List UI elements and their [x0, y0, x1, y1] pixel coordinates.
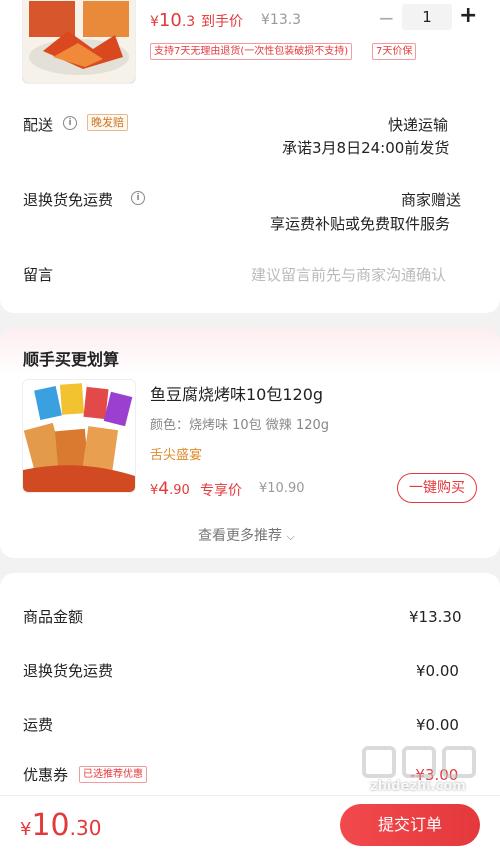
- addon-price-int: 4: [158, 479, 170, 499]
- tag-price-protect: 7天价保: [372, 43, 417, 60]
- product-photo-icon: [23, 0, 135, 83]
- product-price: ¥10.3: [150, 10, 195, 31]
- return-fee-label: 退换货免运费: [23, 662, 114, 680]
- addon-card: 顺手买更划算 鱼豆腐烧烤味10包120g 颜色：烧烤味 10包 微辣 120g …: [0, 328, 500, 558]
- return-fee-value: ¥0.00: [416, 662, 459, 680]
- addon-shop[interactable]: 舌尖盛宴: [150, 444, 202, 463]
- quantity-input[interactable]: 1: [402, 4, 452, 30]
- addon-name[interactable]: 鱼豆腐烧烤味10包120g: [150, 381, 323, 405]
- return-shipping-label: 退换货免运费: [23, 191, 114, 209]
- price-symbol: ¥: [150, 14, 159, 30]
- late-compensation-badge: 晚发赔: [87, 114, 128, 131]
- delivery-promise: 承诺3月8日24:00前发货: [282, 139, 450, 157]
- return-shipping-line2: 享运费补贴或免费取件服务: [270, 215, 451, 233]
- watermark-logo-icon: [362, 746, 476, 778]
- addon-price-label: 专享价: [200, 483, 242, 499]
- product-image[interactable]: [22, 0, 136, 84]
- coupon-badge: 已选推荐优惠: [79, 766, 147, 783]
- addon-photo-icon: [23, 383, 135, 492]
- price-int: 10: [158, 10, 182, 31]
- total-dec: .30: [69, 816, 102, 840]
- watermark-site: zhidezhi.com: [370, 779, 466, 794]
- addon-original-price: ¥10.90: [259, 481, 305, 496]
- total-symbol: ¥: [20, 819, 32, 840]
- message-label: 留言: [23, 266, 54, 284]
- addon-price-dec: .90: [169, 483, 190, 498]
- price-dec: .3: [181, 14, 196, 30]
- delivery-method[interactable]: 快递运输: [388, 114, 448, 135]
- checkout-bar: ¥10.30 提交订单: [0, 795, 500, 854]
- coupon-label: 优惠券: [23, 766, 69, 784]
- message-input[interactable]: 建议留言前先与商家沟通确认: [251, 264, 446, 285]
- chevron-down-icon: ⌵: [286, 530, 295, 543]
- watermark: zhidezhi.com: [356, 742, 486, 798]
- return-shipping-line1: 商家赠送: [401, 191, 462, 209]
- addon-title: 顺手买更划算: [23, 350, 120, 369]
- goods-amount-value: ¥13.30: [409, 608, 462, 626]
- original-price: ¥13.3: [261, 12, 302, 28]
- shipping-fee-label: 运费: [23, 716, 54, 734]
- shipping-fee-value: ¥0.00: [416, 716, 459, 734]
- more-recommendations-label: 查看更多推荐: [198, 528, 282, 544]
- buy-now-button[interactable]: 一键购买: [397, 473, 477, 503]
- total-price: ¥10.30: [20, 808, 101, 843]
- info-icon[interactable]: i: [63, 116, 77, 130]
- price-label: 到手价: [201, 14, 243, 30]
- submit-order-button[interactable]: 提交订单: [340, 804, 480, 846]
- info-icon[interactable]: i: [131, 191, 145, 205]
- addon-image[interactable]: [22, 379, 136, 493]
- quantity-plus-button[interactable]: +: [459, 3, 477, 28]
- product-card: ¥10.3 到手价 ¥13.3 − 1 + 支持7天无理由退货(一次性包装破损不…: [0, 0, 500, 313]
- more-recommendations-link[interactable]: 查看更多推荐 ⌵: [198, 525, 295, 545]
- addon-price: ¥4.90: [150, 479, 190, 499]
- quantity-minus-button[interactable]: −: [378, 6, 395, 30]
- delivery-label: 配送: [23, 116, 54, 134]
- addon-spec: 颜色：烧烤味 10包 微辣 120g: [150, 418, 330, 433]
- total-int: 10: [31, 808, 70, 843]
- tag-return-policy: 支持7天无理由退货(一次性包装破损不支持): [150, 43, 353, 60]
- goods-amount-label: 商品金额: [23, 608, 84, 626]
